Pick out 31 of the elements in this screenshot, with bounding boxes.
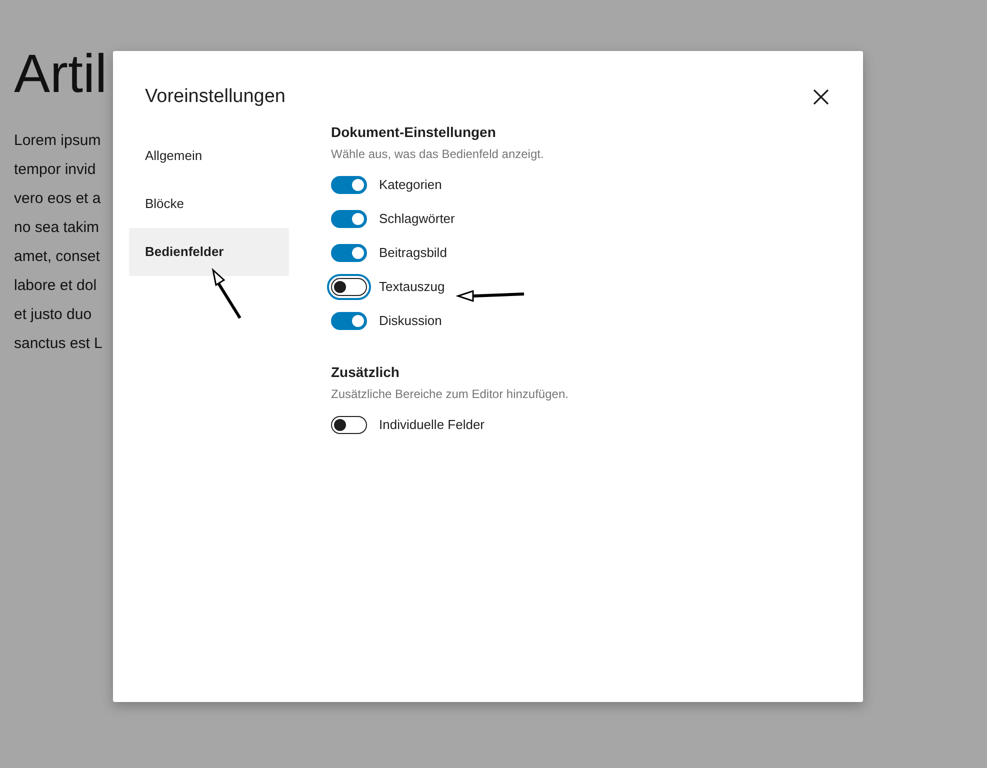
option-label: Kategorien <box>379 176 442 194</box>
paragraph-line: vero eos et a <box>14 189 101 209</box>
dialog-title: Voreinstellungen <box>145 85 286 109</box>
section-description: Wähle aus, was das Bedienfeld anzeigt. <box>331 146 545 162</box>
option-label: Textauszug <box>379 278 445 296</box>
annotation-arrow <box>455 287 527 303</box>
toggle-switch[interactable] <box>331 176 367 194</box>
paragraph-line: amet, conset <box>14 247 100 267</box>
paragraph-line: sanctus est L <box>14 334 102 354</box>
option-label: Individuelle Felder <box>379 416 485 434</box>
paragraph-line: tempor invid <box>14 160 96 180</box>
option-label: Schlagwörter <box>379 210 455 228</box>
section-title: Zusätzlich <box>331 362 400 382</box>
sidebar-tab[interactable]: Bedienfelder <box>129 228 289 276</box>
sidebar-tab[interactable]: Allgemein <box>129 132 289 180</box>
paragraph-line: Lorem ipsum <box>14 131 101 151</box>
paragraph-line: no sea takim <box>14 218 100 238</box>
section-description: Zusätzliche Bereiche zum Editor hinzufügen. <box>331 386 568 402</box>
toggle-switch[interactable] <box>331 312 367 330</box>
toggle-switch[interactable] <box>331 416 367 434</box>
sidebar-tab[interactable]: Blöcke <box>129 180 289 228</box>
option-label: Beitragsbild <box>379 244 447 262</box>
section-title: Dokument-Einstellungen <box>331 122 497 142</box>
toggle-switch[interactable] <box>331 278 367 296</box>
paragraph-line: labore et dol <box>14 276 97 296</box>
toggle-switch[interactable] <box>331 210 367 228</box>
page-heading: Artil <box>14 43 107 106</box>
option-label: Diskussion <box>379 312 442 330</box>
paragraph-line: et justo duo <box>14 305 92 325</box>
close-icon <box>813 89 829 106</box>
toggle-switch[interactable] <box>331 244 367 262</box>
